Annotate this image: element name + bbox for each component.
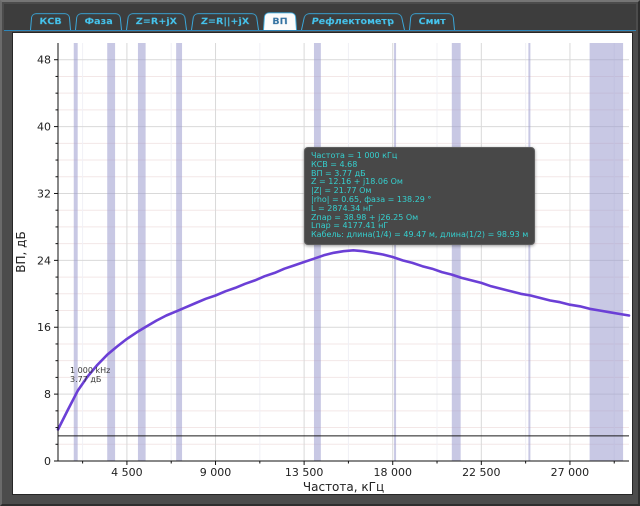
app-window: КСВФазаZ=R+jXZ=R||+jXВПРефлектометрСмит … bbox=[0, 0, 640, 506]
tab-КСВ[interactable]: КСВ bbox=[30, 13, 71, 30]
y-tick-label: 8 bbox=[44, 388, 51, 401]
tab-Фаза[interactable]: Фаза bbox=[75, 13, 122, 30]
band-region bbox=[314, 43, 321, 461]
chart-svg[interactable]: 4 500 9 000 13 500 18 000 22 500 27 000 0 8 16 24… bbox=[13, 33, 632, 494]
y-axis-title: ВП, дБ bbox=[14, 231, 28, 272]
band-region bbox=[452, 43, 461, 461]
cursor-annotation: 1 000 kHz 3.77 дБ bbox=[70, 366, 110, 384]
x-tick-label: 13 500 bbox=[285, 466, 324, 479]
y-tick-label: 0 bbox=[44, 455, 51, 468]
chart-panel: 4 500 9 000 13 500 18 000 22 500 27 000 0 8 16 24… bbox=[12, 32, 633, 495]
x-tick-label: 22 500 bbox=[462, 466, 501, 479]
tab-bar: КСВФазаZ=R+jXZ=R||+jXВПРефлектометрСмит bbox=[4, 4, 636, 31]
tab-Z=R||+jX[interactable]: Z=R||+jX bbox=[191, 13, 259, 30]
y-tick-label: 24 bbox=[37, 254, 51, 267]
y-tick-label: 16 bbox=[37, 321, 51, 334]
y-tick-label: 40 bbox=[37, 121, 51, 134]
band-region bbox=[394, 43, 396, 461]
x-tick-label: 18 000 bbox=[373, 466, 412, 479]
cursor-annotation-freq: 1 000 kHz bbox=[70, 366, 110, 375]
tab-Смит[interactable]: Смит bbox=[409, 13, 455, 30]
tab-ВП[interactable]: ВП bbox=[263, 12, 297, 30]
band-region bbox=[590, 43, 623, 461]
tooltip-line: Кабель: длина(1/4) = 49.47 м, длина(1/2)… bbox=[311, 231, 528, 240]
band-region bbox=[176, 43, 182, 461]
x-tick-label: 27 000 bbox=[551, 466, 590, 479]
tab-Рефлектометр[interactable]: Рефлектометр bbox=[301, 13, 405, 30]
y-tick-label: 32 bbox=[37, 187, 51, 200]
cursor-annotation-db: 3.77 дБ bbox=[70, 375, 110, 384]
cursor-tooltip: Частота = 1 000 кГцКСВ = 4.68ВП = 3.77 д… bbox=[304, 147, 535, 245]
x-tick-label: 4 500 bbox=[111, 466, 143, 479]
x-axis-title: Частота, кГц bbox=[303, 480, 384, 494]
band-region bbox=[107, 43, 115, 461]
y-tick-label: 48 bbox=[37, 54, 51, 67]
x-tick-label: 9 000 bbox=[200, 466, 232, 479]
band-region bbox=[528, 43, 530, 461]
tab-Z=R+jX[interactable]: Z=R+jX bbox=[126, 13, 187, 30]
band-region bbox=[138, 43, 146, 461]
